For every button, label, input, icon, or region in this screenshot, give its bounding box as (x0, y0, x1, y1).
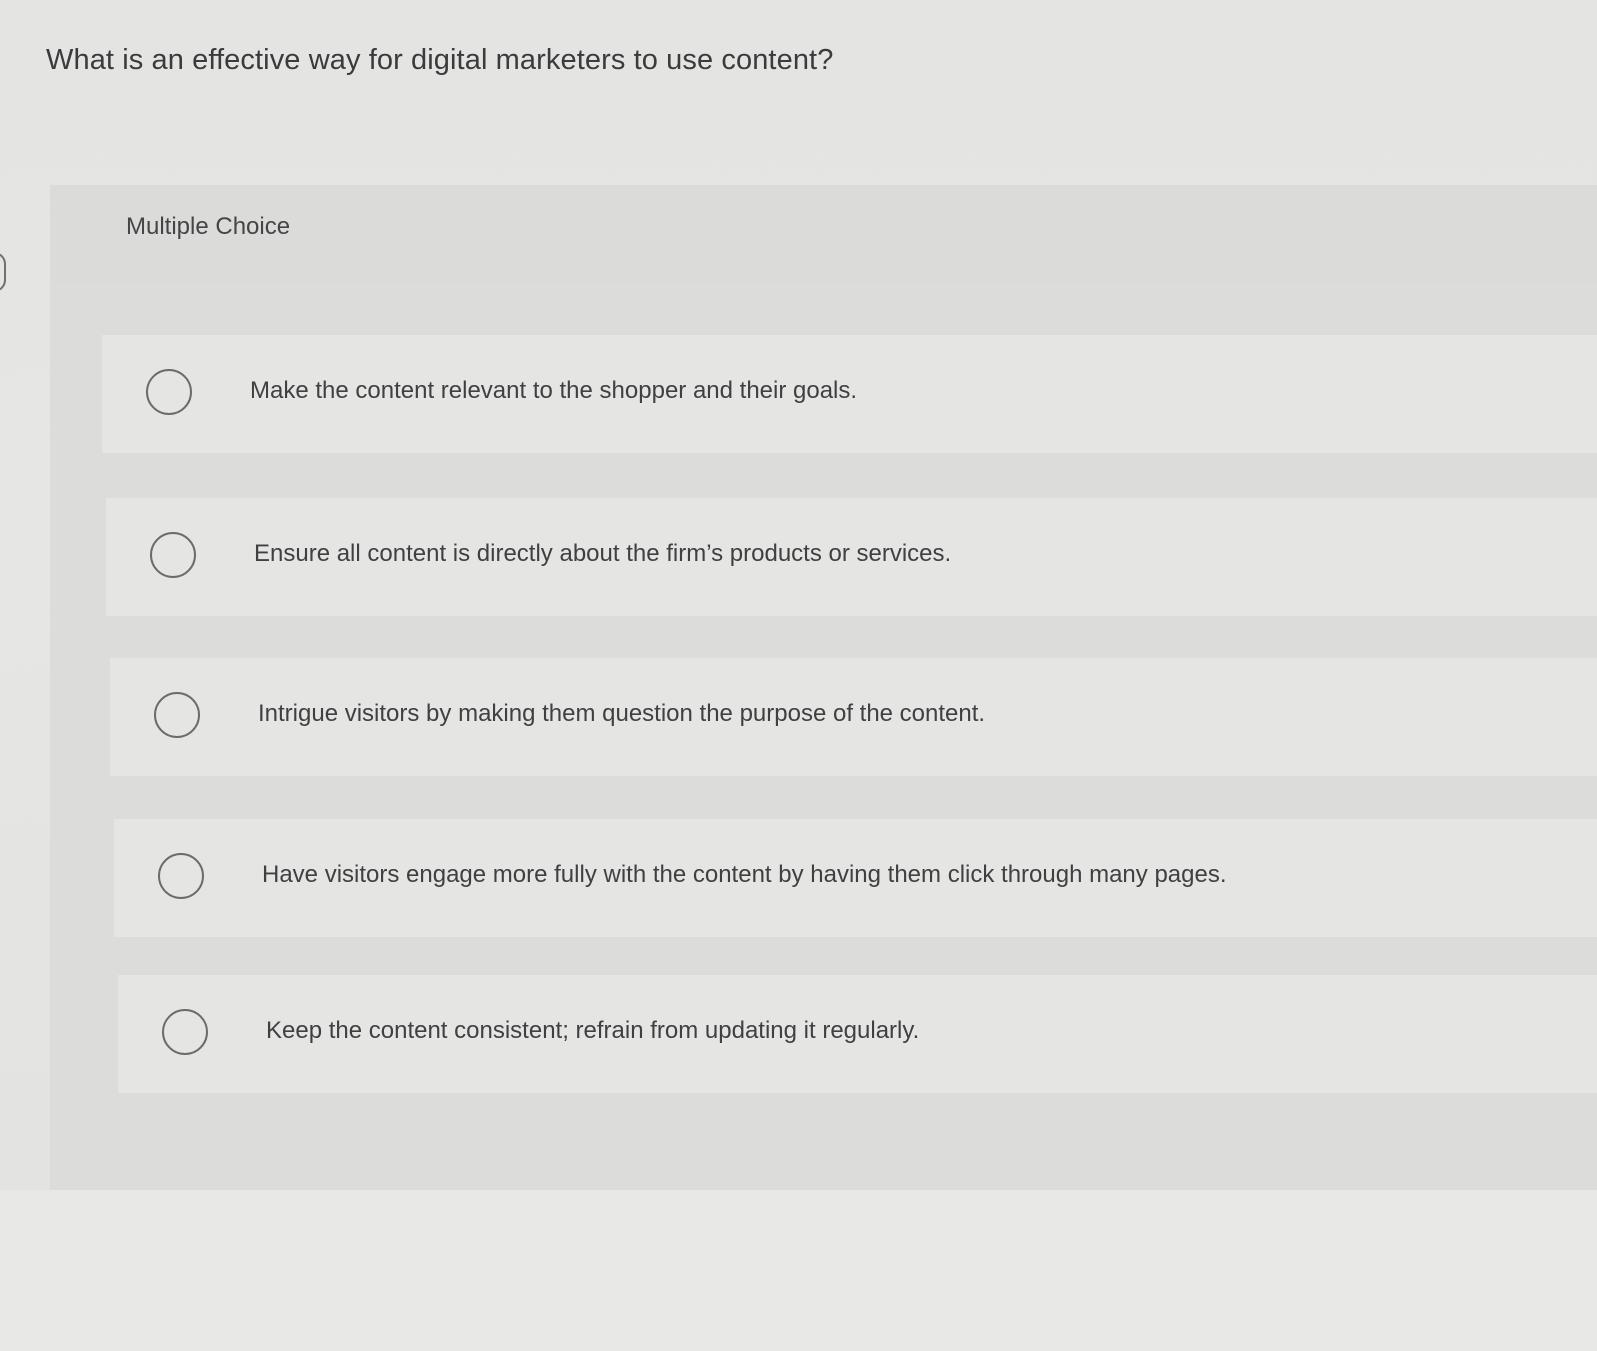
radio-button-unselected-icon[interactable] (158, 853, 204, 899)
radio-button-unselected-icon[interactable] (162, 1009, 208, 1055)
answer-option-label: Keep the content consistent; refrain fro… (266, 1017, 920, 1044)
answer-option-label: Intrigue visitors by making them questio… (258, 700, 986, 727)
question-type-label: Multiple Choice (126, 213, 291, 240)
radio-button-unselected-icon[interactable] (154, 692, 200, 738)
radio-button-unselected-icon[interactable] (150, 532, 196, 578)
multiple-choice-panel: Multiple Choice Make the content relevan… (50, 185, 1597, 1190)
radio-button-unselected-icon[interactable] (146, 369, 192, 415)
answer-option-3[interactable]: Intrigue visitors by making them questio… (110, 658, 1597, 776)
question-prompt: What is an effective way for digital mar… (46, 44, 834, 76)
left-edge-bracket (0, 252, 6, 292)
answer-option-label: Ensure all content is directly about the… (254, 540, 952, 567)
answer-option-5[interactable]: Keep the content consistent; refrain fro… (118, 975, 1597, 1093)
page-bottom-area (0, 1190, 1597, 1351)
answer-option-label: Have visitors engage more fully with the… (262, 861, 1227, 888)
answer-option-1[interactable]: Make the content relevant to the shopper… (102, 335, 1597, 453)
answer-option-4[interactable]: Have visitors engage more fully with the… (114, 819, 1597, 937)
answer-option-label: Make the content relevant to the shopper… (250, 377, 858, 404)
panel-header: Multiple Choice (50, 185, 1597, 283)
answer-option-2[interactable]: Ensure all content is directly about the… (106, 498, 1597, 616)
